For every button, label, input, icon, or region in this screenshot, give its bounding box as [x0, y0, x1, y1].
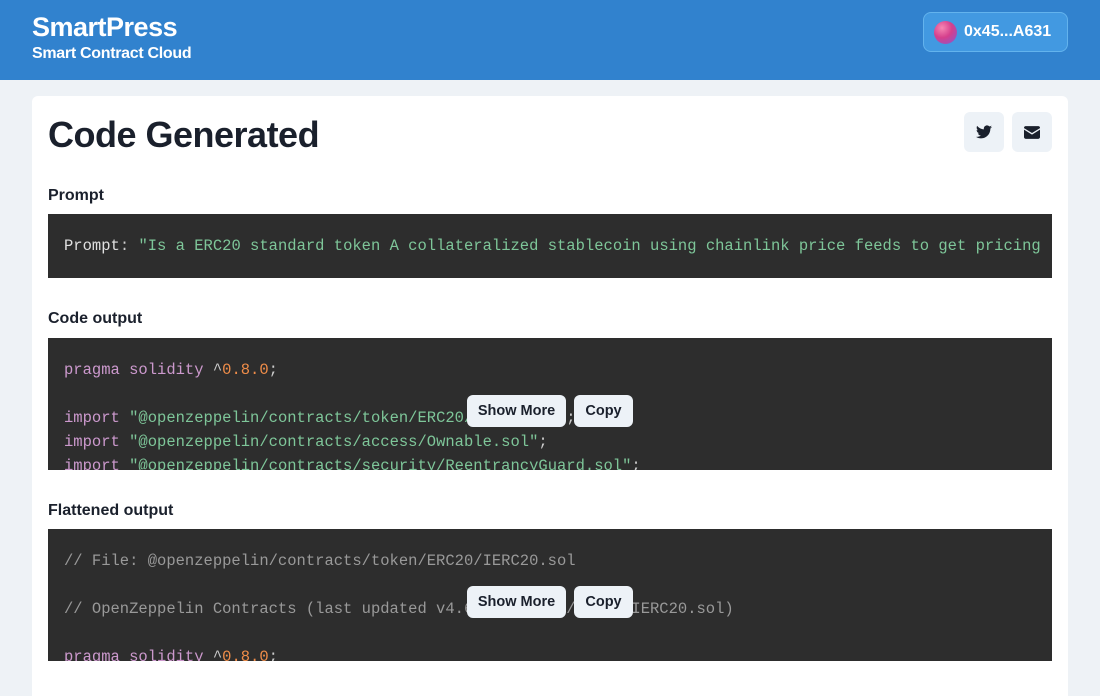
- flattened-output-block[interactable]: // File: @openzeppelin/contracts/token/E…: [48, 529, 1052, 661]
- prompt-key: Prompt: [64, 237, 120, 255]
- code-keyword: import: [64, 457, 120, 470]
- code-show-more-button[interactable]: Show More: [467, 395, 566, 427]
- code-output-label: Code output: [48, 310, 143, 327]
- code-caret: ^: [212, 361, 223, 379]
- flattened-line: pragma solidity ^0.8.0;: [64, 645, 278, 661]
- prompt-label: Prompt: [48, 187, 104, 204]
- brand-title[interactable]: SmartPress: [32, 12, 178, 43]
- main-card: Code Generated Prompt Prompt: "Is a ERC2…: [32, 96, 1068, 696]
- mail-icon: [1024, 125, 1040, 139]
- wallet-avatar: [934, 20, 957, 44]
- code-line: import "@openzeppelin/contracts/access/O…: [64, 430, 548, 454]
- page-title: Code Generated: [48, 114, 320, 155]
- prompt-line: Prompt: "Is a ERC20 standard token A col…: [64, 234, 1041, 258]
- prompt-code-block: Prompt: "Is a ERC20 standard token A col…: [48, 214, 1052, 278]
- flattened-comment: // OpenZeppelin Contracts (last updated …: [64, 600, 734, 618]
- wallet-address: 0x45...A631: [964, 23, 1052, 40]
- flattened-output-label: Flattened output: [48, 502, 174, 519]
- twitter-icon: [976, 125, 992, 139]
- code-keyword: pragma solidity: [64, 361, 204, 379]
- code-semicolon: ;: [631, 457, 641, 470]
- code-line: import "@openzeppelin/contracts/security…: [64, 454, 641, 470]
- share-email-button[interactable]: [1012, 112, 1052, 152]
- code-version: 0.8.0: [222, 648, 269, 661]
- code-output-block[interactable]: pragma solidity ^0.8.0; import "@openzep…: [48, 338, 1052, 470]
- flattened-comment: // File: @openzeppelin/contracts/token/E…: [64, 552, 576, 570]
- share-twitter-button[interactable]: [964, 112, 1004, 152]
- wallet-button[interactable]: 0x45...A631: [923, 12, 1068, 52]
- code-semicolon: ;: [268, 648, 278, 661]
- brand-subtitle: Smart Contract Cloud: [32, 45, 192, 62]
- prompt-colon: :: [119, 237, 130, 255]
- app-header: SmartPress Smart Contract Cloud 0x45...A…: [0, 0, 1100, 80]
- code-keyword: import: [64, 409, 120, 427]
- prompt-value: "Is a ERC20 standard token A collaterali…: [138, 237, 1041, 255]
- code-copy-button[interactable]: Copy: [574, 395, 633, 427]
- code-string: "@openzeppelin/contracts/security/Reentr…: [129, 457, 632, 470]
- code-keyword: import: [64, 433, 120, 451]
- code-version: 0.8.0: [222, 361, 269, 379]
- code-line: pragma solidity ^0.8.0;: [64, 358, 278, 382]
- flattened-show-more-button[interactable]: Show More: [467, 586, 566, 618]
- code-semicolon: ;: [538, 433, 548, 451]
- code-caret: ^: [212, 648, 223, 661]
- flattened-copy-button[interactable]: Copy: [574, 586, 633, 618]
- code-string: "@openzeppelin/contracts/access/Ownable.…: [129, 433, 539, 451]
- code-keyword: pragma solidity: [64, 648, 204, 661]
- code-semicolon: ;: [268, 361, 278, 379]
